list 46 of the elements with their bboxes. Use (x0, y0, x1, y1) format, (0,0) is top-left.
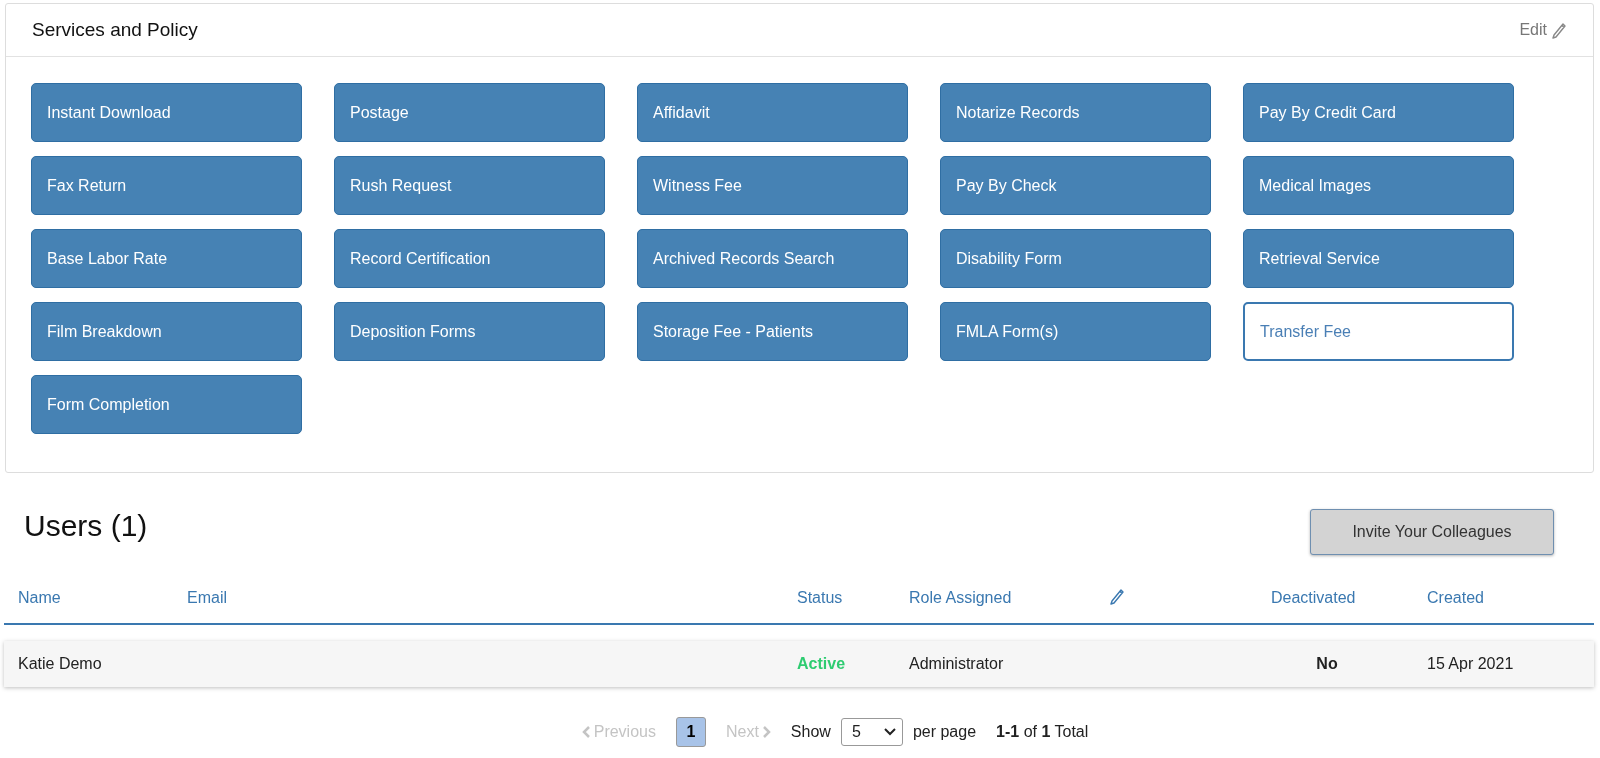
service-toggle[interactable]: Transfer Fee (1243, 302, 1514, 361)
service-toggle[interactable]: Form Completion (31, 375, 302, 434)
service-toggle[interactable]: Medical Images (1243, 156, 1514, 215)
service-toggle[interactable]: Archived Records Search (637, 229, 908, 288)
edit-icon[interactable] (1109, 587, 1125, 605)
service-toggle[interactable]: Fax Return (31, 156, 302, 215)
service-toggle[interactable]: Rush Request (334, 156, 605, 215)
page-size-select[interactable]: 5 (840, 718, 903, 746)
pagination-summary: 1-1 of 1 Total (996, 723, 1089, 741)
service-toggle[interactable]: Affidavit (637, 83, 908, 142)
column-header: Email (187, 589, 228, 607)
service-toggle[interactable]: Retrieval Service (1243, 229, 1514, 288)
status-text: Active (797, 655, 847, 673)
service-toggle[interactable]: Film Breakdown (31, 302, 302, 361)
service-toggle[interactable]: Notarize Records (940, 83, 1211, 142)
invite-button[interactable]: Invite Your Colleagues (1310, 509, 1554, 555)
service-toggle[interactable]: Base Labor Rate (31, 229, 302, 288)
per-page-label: per page (912, 723, 977, 741)
service-toggle[interactable]: Storage Fee - Patients (637, 302, 908, 361)
service-toggle[interactable]: Disability Form (940, 229, 1211, 288)
column-header: Name (17, 589, 62, 607)
chevron-right-icon (761, 725, 771, 739)
card-title: Services and Policy (32, 19, 198, 41)
service-toggle[interactable]: Pay By Credit Card (1243, 83, 1514, 142)
column-header: Created (1427, 589, 1485, 607)
created-date: 15 Apr 2021 (1427, 655, 1515, 673)
column-header: Status (797, 589, 844, 607)
service-toggle[interactable]: Record Certification (334, 229, 605, 288)
show-label: Show (790, 723, 831, 741)
pencil-icon[interactable] (1551, 21, 1567, 39)
users-title: Users (1) (24, 509, 148, 543)
chevron-left-icon (581, 725, 591, 739)
column-header: Deactivated (1271, 589, 1357, 607)
edit-button[interactable]: Edit (1519, 21, 1567, 39)
role-text: Administrator (909, 655, 1005, 673)
page-button[interactable]: 1 (675, 717, 706, 747)
column-header: Role Assigned (909, 589, 1013, 607)
service-toggle[interactable]: Postage (334, 83, 605, 142)
service-toggle[interactable]: Deposition Forms (334, 302, 605, 361)
service-toggle[interactable]: Witness Fee (637, 156, 908, 215)
service-toggle[interactable]: Pay By Check (940, 156, 1211, 215)
user-name: Katie Demo (17, 655, 103, 673)
service-toggle[interactable]: Instant Download (31, 83, 302, 142)
service-toggle[interactable]: FMLA Form(s) (940, 302, 1211, 361)
deactivated-text: No (1315, 655, 1339, 673)
caret-icon (883, 728, 896, 736)
